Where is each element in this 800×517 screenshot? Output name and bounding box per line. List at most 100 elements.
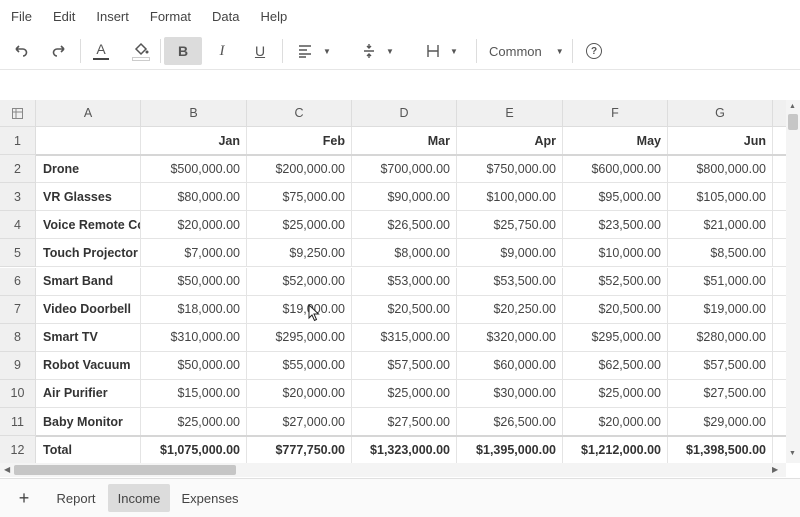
menu-help[interactable]: Help <box>261 9 288 24</box>
cell-h6[interactable] <box>773 268 786 296</box>
cell-g3[interactable]: $105,000.00 <box>668 183 773 212</box>
scroll-up-arrow[interactable]: ▲ <box>789 103 796 110</box>
cell-c7[interactable]: $19,000.00 <box>247 295 352 324</box>
cell-h12[interactable] <box>773 436 786 463</box>
cell-e3[interactable]: $100,000.00 <box>457 183 563 212</box>
cell-b4[interactable]: $20,000.00 <box>141 211 247 240</box>
cell-b11[interactable]: $25,000.00 <box>141 408 247 437</box>
cell-b7[interactable]: $18,000.00 <box>141 295 247 324</box>
cell-h5[interactable] <box>773 239 786 268</box>
row-header-11[interactable]: 11 <box>0 408 36 437</box>
scroll-right-arrow[interactable]: ▶ <box>772 465 778 474</box>
cell-f12[interactable]: $1,212,000.00 <box>563 436 668 463</box>
row-header-2[interactable]: 2 <box>0 155 36 184</box>
number-format-dropdown[interactable]: Common ▼ <box>484 37 564 65</box>
cell-a5[interactable]: Touch Projector <box>36 239 141 268</box>
cell-e6[interactable]: $53,500.00 <box>457 267 563 296</box>
cell-d3[interactable]: $90,000.00 <box>352 183 457 212</box>
cell-d11[interactable]: $27,500.00 <box>352 408 457 437</box>
cell-d8[interactable]: $315,000.00 <box>352 323 457 352</box>
cell-f8[interactable]: $295,000.00 <box>563 323 668 352</box>
add-sheet-button[interactable]: + <box>10 484 38 512</box>
cell-a11[interactable]: Baby Monitor <box>36 408 141 437</box>
column-header-a[interactable]: A <box>36 100 141 127</box>
borders-dropdown[interactable]: ▼ <box>420 37 464 65</box>
horizontal-scroll-thumb[interactable] <box>14 465 236 475</box>
underline-button[interactable]: U <box>247 37 273 65</box>
cell-a1[interactable] <box>36 127 141 156</box>
row-header-5[interactable]: 5 <box>0 239 36 268</box>
cell-f4[interactable]: $23,500.00 <box>563 211 668 240</box>
cell-e5[interactable]: $9,000.00 <box>457 239 563 268</box>
cell-c5[interactable]: $9,250.00 <box>247 239 352 268</box>
cell-h2[interactable] <box>773 155 786 184</box>
cell-d9[interactable]: $57,500.00 <box>352 351 457 380</box>
cell-c2[interactable]: $200,000.00 <box>247 155 352 184</box>
cell-a7[interactable]: Video Doorbell <box>36 295 141 324</box>
cell-e1[interactable]: Apr <box>457 127 563 156</box>
cell-b8[interactable]: $310,000.00 <box>141 323 247 352</box>
cell-b10[interactable]: $15,000.00 <box>141 379 247 408</box>
cell-f1[interactable]: May <box>563 127 668 156</box>
cell-a6[interactable]: Smart Band <box>36 267 141 296</box>
cell-h4[interactable] <box>773 211 786 240</box>
bold-button[interactable]: B <box>164 37 202 65</box>
cell-g1[interactable]: Jun <box>668 127 773 156</box>
menu-edit[interactable]: Edit <box>53 9 75 24</box>
cell-f2[interactable]: $600,000.00 <box>563 155 668 184</box>
cell-c6[interactable]: $52,000.00 <box>247 267 352 296</box>
cell-c10[interactable]: $20,000.00 <box>247 379 352 408</box>
row-header-4[interactable]: 4 <box>0 211 36 240</box>
cell-f9[interactable]: $62,500.00 <box>563 351 668 380</box>
cell-g4[interactable]: $21,000.00 <box>668 211 773 240</box>
cell-d7[interactable]: $20,500.00 <box>352 295 457 324</box>
italic-button[interactable]: I <box>209 37 235 65</box>
cell-c1[interactable]: Feb <box>247 127 352 156</box>
cell-g9[interactable]: $57,500.00 <box>668 351 773 380</box>
cell-e10[interactable]: $30,000.00 <box>457 379 563 408</box>
cell-d5[interactable]: $8,000.00 <box>352 239 457 268</box>
row-header-12[interactable]: 12 <box>0 436 36 463</box>
cell-b5[interactable]: $7,000.00 <box>141 239 247 268</box>
cell-c9[interactable]: $55,000.00 <box>247 351 352 380</box>
cell-g10[interactable]: $27,500.00 <box>668 379 773 408</box>
cell-h8[interactable] <box>773 324 786 352</box>
cell-d12[interactable]: $1,323,000.00 <box>352 436 457 463</box>
vertical-scrollbar[interactable]: ▲ ▼ <box>786 100 800 463</box>
cell-f3[interactable]: $95,000.00 <box>563 183 668 212</box>
cell-e12[interactable]: $1,395,000.00 <box>457 436 563 463</box>
cell-a8[interactable]: Smart TV <box>36 323 141 352</box>
cell-a3[interactable]: VR Glasses <box>36 183 141 212</box>
text-color-button[interactable]: A <box>88 37 114 65</box>
row-header-9[interactable]: 9 <box>0 351 36 380</box>
cell-g5[interactable]: $8,500.00 <box>668 239 773 268</box>
menu-insert[interactable]: Insert <box>96 9 129 24</box>
row-header-7[interactable]: 7 <box>0 295 36 324</box>
cell-f6[interactable]: $52,500.00 <box>563 267 668 296</box>
row-header-6[interactable]: 6 <box>0 267 36 296</box>
cell-a4[interactable]: Voice Remote Col <box>36 211 141 240</box>
valign-dropdown[interactable]: ▼ <box>356 37 400 65</box>
cell-b3[interactable]: $80,000.00 <box>141 183 247 212</box>
cell-a2[interactable]: Drone <box>36 155 141 184</box>
cell-e11[interactable]: $26,500.00 <box>457 408 563 437</box>
cell-a12[interactable]: Total <box>36 436 141 463</box>
cell-d2[interactable]: $700,000.00 <box>352 155 457 184</box>
column-header-d[interactable]: D <box>352 100 457 127</box>
cell-g12[interactable]: $1,398,500.00 <box>668 436 773 463</box>
cell-h7[interactable] <box>773 296 786 324</box>
help-button[interactable]: ? <box>582 37 606 65</box>
cell-e9[interactable]: $60,000.00 <box>457 351 563 380</box>
cell-c12[interactable]: $777,750.00 <box>247 436 352 463</box>
cell-b1[interactable]: Jan <box>141 127 247 156</box>
cell-e4[interactable]: $25,750.00 <box>457 211 563 240</box>
row-header-8[interactable]: 8 <box>0 323 36 352</box>
column-header-g[interactable]: G <box>668 100 773 127</box>
scroll-down-arrow[interactable]: ▼ <box>789 450 796 457</box>
cell-h3[interactable] <box>773 183 786 212</box>
cell-h11[interactable] <box>773 408 786 437</box>
cell-g2[interactable]: $800,000.00 <box>668 155 773 184</box>
column-header-c[interactable]: C <box>247 100 352 127</box>
cell-f7[interactable]: $20,500.00 <box>563 295 668 324</box>
cell-b9[interactable]: $50,000.00 <box>141 351 247 380</box>
